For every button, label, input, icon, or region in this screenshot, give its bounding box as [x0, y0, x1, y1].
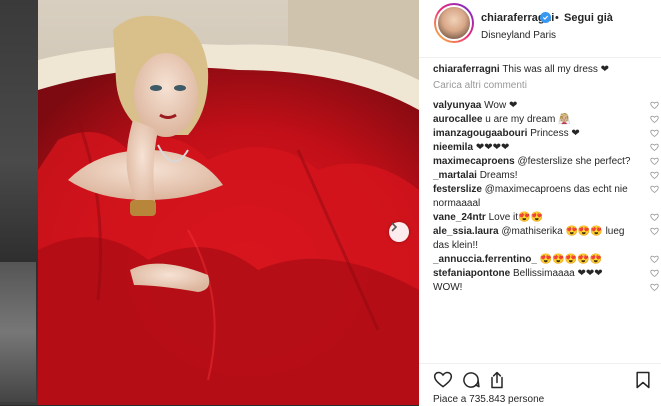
comment-username[interactable]: ale_ssia.laura: [433, 226, 499, 237]
comment-username[interactable]: _annuccia.ferrentino_: [433, 254, 537, 265]
comment-like-heart-icon[interactable]: [650, 255, 659, 264]
comment-username[interactable]: vane_24ntr: [433, 212, 486, 223]
post-header: chiaraferragni • Segui già Disneyland Pa…: [419, 0, 661, 58]
comment-like-heart-icon[interactable]: [650, 115, 659, 124]
comment-like-heart-icon[interactable]: [650, 227, 659, 236]
caption-text: This was all my dress ❤: [502, 64, 610, 75]
photo-illustration: [38, 0, 419, 405]
share-icon[interactable]: [487, 370, 507, 390]
comment-text: Wow ❤: [484, 100, 518, 111]
heart-icon[interactable]: [433, 370, 453, 390]
action-bar: Piace a 735.843 persone: [419, 363, 661, 406]
follow-button[interactable]: Segui già: [564, 12, 613, 24]
comment-row: nieemila ❤❤❤❤: [433, 141, 659, 155]
comment-username[interactable]: festerslize: [433, 184, 482, 195]
comment-username[interactable]: maximecaproens: [433, 156, 515, 167]
comment-username[interactable]: stefaniapontone: [433, 268, 510, 279]
comment-row: valyunyaa Wow ❤: [433, 99, 659, 113]
comment-text: @festerslize she perfect?: [517, 156, 631, 167]
comment-text: Dreams!: [479, 170, 518, 181]
comment-row: _martalai Dreams!: [433, 169, 659, 183]
comment-icon[interactable]: [461, 370, 481, 390]
comment-username[interactable]: imanzagougaabouri: [433, 128, 527, 139]
load-more-comments-button[interactable]: Carica altri commenti: [433, 79, 659, 99]
header-separator: •: [555, 12, 559, 24]
comment-text: ❤❤❤❤: [475, 142, 510, 153]
comment-row: aurocallee u are my dream 👰🏼: [433, 113, 659, 127]
comment-username[interactable]: _martalai: [433, 170, 477, 181]
comment-like-heart-icon[interactable]: [650, 101, 659, 110]
comments-list: chiaraferragni This was all my dress ❤ C…: [433, 63, 659, 295]
background-card: [0, 262, 36, 402]
comment-text: Bellissimaaaa ❤❤❤: [513, 268, 603, 279]
comment-text: Princess ❤: [530, 128, 580, 139]
background-page: [0, 0, 38, 405]
comment-like-heart-icon[interactable]: [650, 269, 659, 278]
caption-username[interactable]: chiaraferragni: [433, 64, 500, 75]
comment-like-heart-icon[interactable]: [650, 129, 659, 138]
avatar[interactable]: [434, 3, 474, 43]
post-modal: chiaraferragni • Segui già Disneyland Pa…: [38, 0, 661, 406]
comment-row: vane_24ntr Love it😍😍: [433, 211, 659, 225]
likes-count[interactable]: Piace a 735.843 persone: [433, 394, 544, 405]
comment-row: imanzagougaabouri Princess ❤: [433, 127, 659, 141]
comment-text: WOW!: [433, 282, 463, 293]
avatar-image: [436, 5, 472, 41]
comment-like-heart-icon[interactable]: [650, 283, 659, 292]
comment-row: stefaniapontone Bellissimaaaa ❤❤❤: [433, 267, 659, 281]
verified-icon: [540, 12, 551, 23]
comment-row: WOW!: [433, 281, 659, 295]
comment-username[interactable]: nieemila: [433, 142, 473, 153]
comment-row: festerslize @maximecaproens das echt nie…: [433, 183, 659, 211]
location-link[interactable]: Disneyland Paris: [481, 30, 556, 41]
comment-text: Love it😍😍: [488, 212, 543, 223]
comment-text: 😍😍😍😍😍: [539, 254, 602, 265]
comment-username[interactable]: valyunyaa: [433, 100, 481, 111]
caption: chiaraferragni This was all my dress ❤: [433, 63, 659, 79]
next-photo-button[interactable]: [389, 222, 409, 242]
post-side-panel: chiaraferragni • Segui già Disneyland Pa…: [419, 0, 661, 406]
comment-like-heart-icon[interactable]: [650, 213, 659, 222]
comment-row: ale_ssia.laura @mathiserika 😍😍😍 lueg das…: [433, 225, 659, 253]
comment-text: u are my dream 👰🏼: [485, 114, 571, 125]
comment-like-heart-icon[interactable]: [650, 143, 659, 152]
comment-like-heart-icon[interactable]: [650, 171, 659, 180]
post-photo[interactable]: [38, 0, 419, 405]
chevron-right-icon: [391, 222, 398, 232]
comment-like-heart-icon[interactable]: [650, 157, 659, 166]
bookmark-icon[interactable]: [633, 370, 653, 390]
comment-row: _annuccia.ferrentino_ 😍😍😍😍😍: [433, 253, 659, 267]
comment-row: maximecaproens @festerslize she perfect?: [433, 155, 659, 169]
comment-username[interactable]: aurocallee: [433, 114, 482, 125]
comment-like-heart-icon[interactable]: [650, 185, 659, 194]
